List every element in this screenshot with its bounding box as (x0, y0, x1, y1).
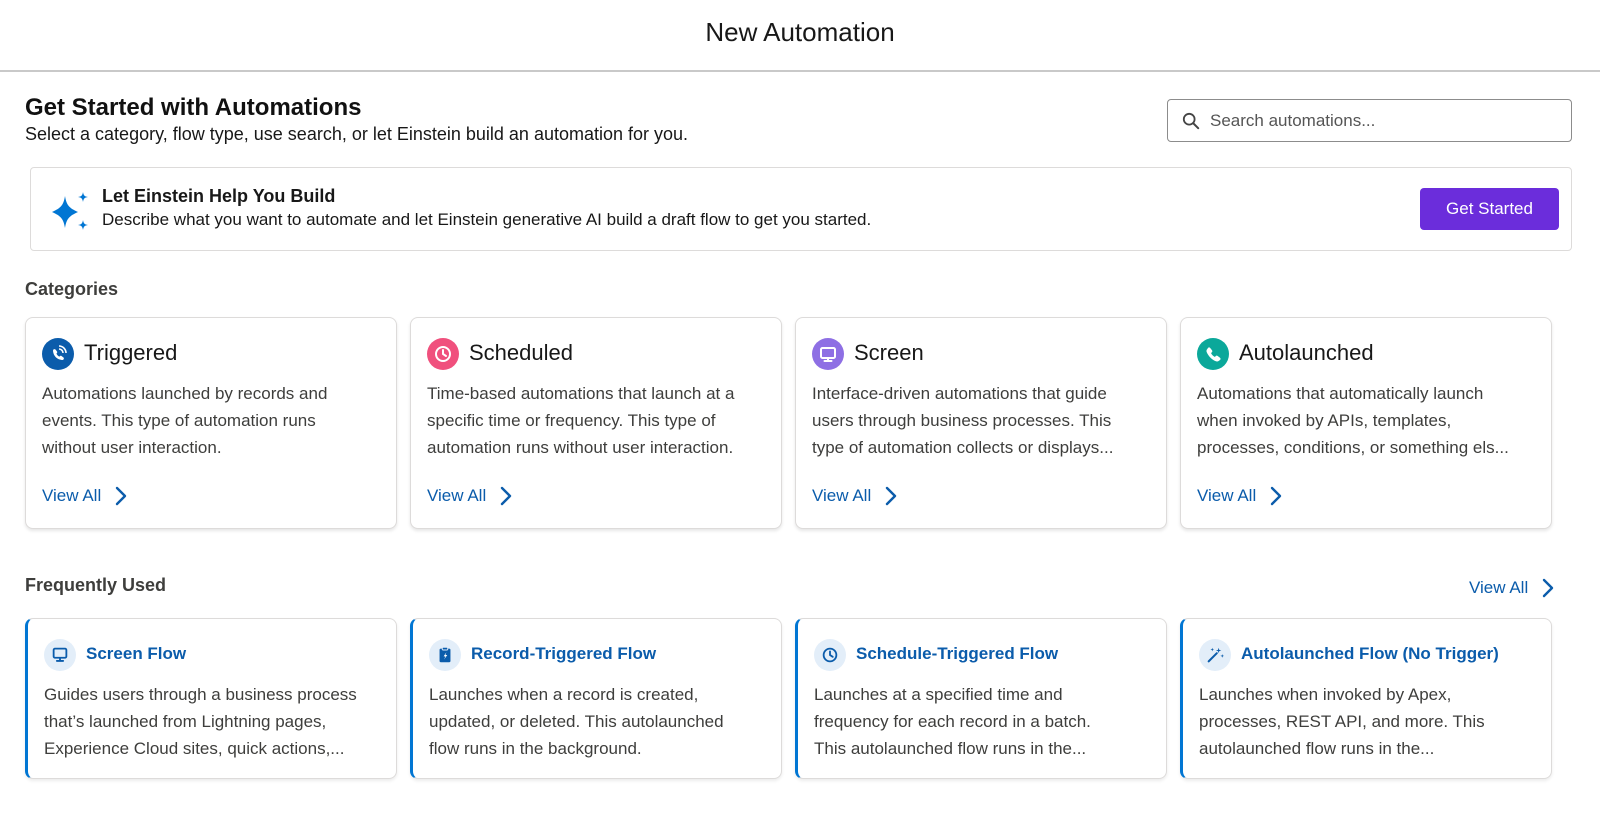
category-title: Scheduled (469, 340, 573, 365)
view-all-link-frequently-used[interactable]: View All (1469, 578, 1554, 598)
category-description: Automations launched by records and even… (42, 384, 328, 457)
flow-title: Autolaunched Flow (No Trigger) (1241, 644, 1499, 663)
flow-title: Record-Triggered Flow (471, 644, 657, 663)
category-title: Autolaunched (1239, 340, 1374, 365)
view-all-link-autolaunched[interactable]: View All (1197, 486, 1282, 506)
chevron-right-icon (501, 486, 512, 506)
flow-description: Launches when invoked by Apex, processes… (1199, 685, 1485, 758)
page-title: Get Started with Automations (25, 94, 362, 121)
flow-card-autolaunched-flow[interactable]: Autolaunched Flow (No Trigger) Launches … (1180, 618, 1552, 779)
flow-description: Launches when a record is created, updat… (429, 685, 724, 758)
frequently-used-heading: Frequently Used (25, 575, 167, 595)
view-all-link-scheduled[interactable]: View All (427, 486, 512, 506)
flow-title: Schedule-Triggered Flow (856, 644, 1059, 663)
einstein-title: Let Einstein Help You Build (102, 186, 336, 206)
search-input[interactable] (1210, 110, 1550, 131)
search-icon (1182, 112, 1200, 129)
modal-header: New Automation (0, 0, 1600, 72)
clock-icon (814, 639, 846, 671)
einstein-sparkle-icon (52, 192, 88, 230)
flow-card-schedule-triggered-flow[interactable]: Schedule-Triggered Flow Launches at a sp… (795, 618, 1167, 779)
category-card-scheduled[interactable]: Scheduled Time-based automations that la… (410, 317, 782, 529)
flow-title: Screen Flow (86, 644, 187, 663)
category-description: Time-based automations that launch at a … (427, 384, 735, 457)
screen-icon (812, 338, 844, 370)
phone-icon (1197, 338, 1229, 370)
einstein-card: Let Einstein Help You Build Describe wha… (30, 167, 1572, 251)
magic-wand-icon (1199, 639, 1231, 671)
categories-heading: Categories (25, 279, 119, 299)
einstein-description: Describe what you want to automate and l… (102, 210, 872, 229)
screen-icon (44, 639, 76, 671)
flow-card-screen-flow[interactable]: Screen Flow Guides users through a busin… (25, 618, 397, 779)
category-description: Automations that automatically launch wh… (1197, 384, 1509, 457)
chevron-right-icon (1271, 486, 1282, 506)
modal-title: New Automation (705, 16, 895, 47)
clipboard-icon (429, 639, 461, 671)
category-description: Interface-driven automations that guide … (812, 384, 1114, 457)
chevron-right-icon (116, 486, 127, 506)
page-subtitle: Select a category, flow type, use search… (25, 124, 689, 144)
get-started-button[interactable]: Get Started (1420, 188, 1559, 230)
category-card-autolaunched[interactable]: Autolaunched Automations that automatica… (1180, 317, 1552, 529)
modal-content: Get Started with Automations Select a ca… (25, 72, 1576, 814)
triggered-icon (42, 338, 74, 370)
clock-icon (427, 338, 459, 370)
search-box[interactable] (1167, 99, 1572, 142)
view-all-link-screen[interactable]: View All (812, 486, 897, 506)
category-title: Screen (854, 340, 924, 365)
category-title: Triggered (84, 340, 178, 365)
category-card-triggered[interactable]: Triggered Automations launched by record… (25, 317, 397, 529)
flow-description: Launches at a specified time and frequen… (814, 685, 1091, 758)
category-card-screen[interactable]: Screen Interface-driven automations that… (795, 317, 1167, 529)
view-all-link-triggered[interactable]: View All (42, 486, 127, 506)
flow-description: Guides users through a business process … (44, 685, 357, 758)
chevron-right-icon (886, 486, 897, 506)
flow-card-record-triggered-flow[interactable]: Record-Triggered Flow Launches when a re… (410, 618, 782, 779)
chevron-right-icon (1543, 578, 1554, 598)
